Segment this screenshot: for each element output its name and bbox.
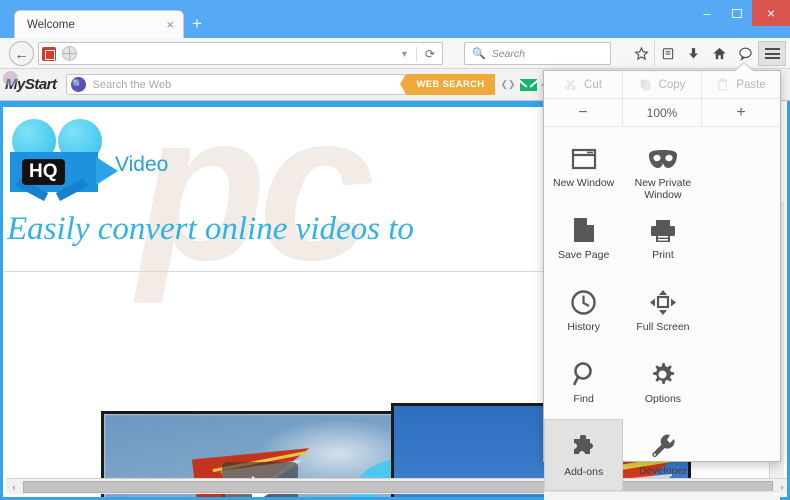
logo-word: Video [115,153,169,176]
tab-title: Welcome [27,18,75,31]
menu-label: Find [573,393,594,405]
watermark: pc [138,101,375,304]
maximize-button[interactable] [722,0,752,26]
menu-item-add-ons[interactable]: Add-ons [544,419,624,491]
edit-controls-row: Cut Copy Paste [544,70,780,99]
title-bar: Welcome × + – × [0,0,790,38]
browser-window: Welcome × + – × ← ▼ ⟳ 🔍 Search MyStart 🔍… [0,0,790,500]
menu-label: Save Page [557,249,610,261]
menu-pointer [735,63,753,71]
zoom-in-button[interactable]: + [701,98,780,127]
page-headline: Easily convert online videos to [7,211,414,247]
menu-item-new-private-window[interactable]: New Private Window [623,131,702,203]
menu-label: Add-ons [564,466,604,478]
menu-item-developer[interactable]: Developer [623,419,702,491]
menu-label: New Window [553,177,615,189]
menu-label: New Private Window [634,177,692,201]
menu-label: History [567,321,600,333]
search-input[interactable]: Search [492,48,525,60]
mask-icon [648,141,678,171]
zoom-controls-row: − 100% + [544,98,780,127]
copy-label: Copy [658,78,686,91]
menu-item-sign-in-sync[interactable]: Sign in to Sync [544,491,780,500]
paste-label: Paste [736,78,766,91]
maximize-icon [732,8,742,18]
bookmark-star-icon[interactable] [628,41,654,66]
menu-item-full-screen[interactable]: Full Screen [623,275,702,347]
search-icon: 🔍 [472,48,486,60]
gear-icon [650,357,675,387]
globe-icon [62,46,77,61]
menu-item-find[interactable]: Find [544,347,623,419]
menu-label: Print [652,249,674,261]
search-icon: 🔍 [70,77,86,92]
back-button[interactable]: ← [9,41,34,66]
menu-item-print[interactable]: Print [623,203,702,275]
mail-icon [519,78,537,91]
fullscreen-icon [649,285,676,315]
clock-icon [571,285,596,315]
puzzle-icon [571,430,596,460]
reload-icon[interactable]: ⟳ [415,46,435,61]
wrench-icon [650,429,675,459]
menu-label: Developer [639,465,687,477]
minimize-button[interactable]: – [692,0,722,26]
close-icon[interactable]: × [166,18,174,31]
zoom-level-label[interactable]: 100% [622,98,701,127]
menu-label: Options [644,393,682,405]
cut-button[interactable]: Cut [544,71,622,99]
zoom-out-button[interactable]: − [544,99,622,127]
magnifier-icon [572,357,596,387]
menu-item-new-window[interactable]: New Window [544,131,623,203]
new-window-icon [571,141,597,171]
web-search-button[interactable]: WEB SEARCH [399,74,496,95]
new-tab-button[interactable]: + [192,15,202,32]
downloads-icon[interactable] [680,41,706,66]
cut-label: Cut [584,78,602,91]
nav-icon-group [628,41,786,66]
page-icon [573,213,595,243]
firefox-menu-panel: Cut Copy Paste − 100% + New Window New P… [543,63,781,500]
mystart-logo[interactable]: MyStart [3,71,57,93]
mystart-search-input[interactable]: 🔍 Search the Web [65,74,406,95]
site-identity-icon[interactable] [42,46,56,61]
hq-badge: HQ [22,159,65,185]
menu-item-options[interactable]: Options [623,347,702,419]
menu-label: Full Screen [636,321,690,333]
tab-welcome[interactable]: Welcome × [14,10,184,38]
menu-grid: New Window New Private Window Save Page … [544,127,780,491]
url-bar[interactable]: ▼ ⟳ [38,42,443,65]
menu-item-history[interactable]: History [544,275,623,347]
menu-item-save-page[interactable]: Save Page [544,203,623,275]
reader-list-icon[interactable] [654,41,680,66]
navigation-bar: ← ▼ ⟳ 🔍 Search [0,38,790,69]
hamburger-menu-icon[interactable] [758,41,786,66]
search-bar[interactable]: 🔍 Search [464,42,611,65]
copy-button[interactable]: Copy [622,70,701,99]
printer-icon [650,213,676,243]
paste-button[interactable]: Paste [701,70,780,99]
toolbar-item-mail[interactable]: ❮❯ · [495,74,549,96]
close-window-button[interactable]: × [752,0,790,26]
home-icon[interactable] [706,41,732,66]
window-controls: – × [692,0,790,26]
mystart-search-placeholder: Search the Web [92,78,172,91]
chevron-down-icon[interactable]: ▼ [400,49,409,59]
scroll-left-arrow-icon[interactable]: ‹ [6,479,22,495]
